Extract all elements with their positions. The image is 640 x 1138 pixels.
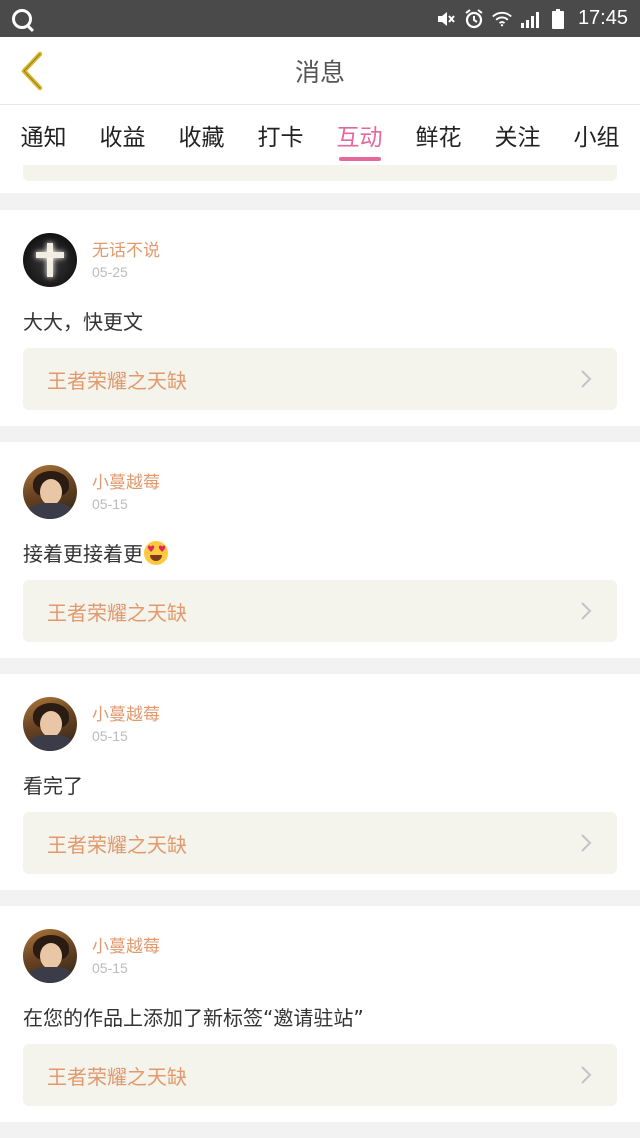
username[interactable]: 无话不说 (92, 236, 160, 261)
username[interactable]: 小蔓越莓 (92, 700, 160, 725)
comment-text-row: 接着更接着更 ♥ ♥ (23, 538, 168, 567)
clock-time: 17:45 (577, 7, 628, 29)
avatar[interactable] (23, 233, 77, 287)
tab-flowers[interactable]: 鲜花 (414, 105, 464, 165)
top-app-bar: 消息 (0, 37, 640, 105)
tab-following[interactable]: 关注 (493, 105, 543, 165)
chevron-right-icon (581, 370, 592, 388)
comment-date: 05-15 (92, 728, 128, 744)
wifi-icon (492, 9, 512, 29)
comment-date: 05-15 (92, 496, 128, 512)
battery-icon (548, 8, 568, 29)
heart-eyes-emoji-icon: ♥ ♥ (144, 541, 168, 565)
mute-icon (436, 9, 456, 29)
work-title: 王者荣耀之天缺 (47, 368, 187, 393)
app-notification-icon (12, 8, 32, 29)
work-link-partial[interactable] (23, 165, 617, 181)
interaction-card: 小蔓越莓 05-15 在您的作品上添加了新标签“邀请驻站” 王者荣耀之天缺 (0, 906, 640, 1122)
comment-text: 大大，快更文 (23, 310, 143, 334)
message-category-tabs: 通知 收益 收藏 打卡 互动 鲜花 关注 小组 (0, 105, 640, 165)
previous-card-partial (0, 165, 640, 193)
page-title: 消息 (294, 57, 345, 87)
chevron-right-icon (581, 1066, 592, 1084)
comment-text: 在您的作品上添加了新标签“邀请驻站” (23, 1006, 364, 1030)
work-link[interactable]: 王者荣耀之天缺 (23, 348, 617, 410)
interaction-card: 小蔓越莓 05-15 接着更接着更 ♥ ♥ 王者荣耀之天缺 (0, 442, 640, 658)
back-button[interactable] (10, 49, 54, 93)
tab-check-in[interactable]: 打卡 (256, 105, 306, 165)
avatar[interactable] (23, 697, 77, 751)
work-link[interactable]: 王者荣耀之天缺 (23, 1044, 617, 1106)
avatar[interactable] (23, 465, 77, 519)
interaction-card: 小蔓越莓 05-15 看完了 王者荣耀之天缺 (0, 674, 640, 890)
work-title: 王者荣耀之天缺 (47, 600, 187, 625)
tab-interactions[interactable]: 互动 (335, 105, 385, 165)
chevron-right-icon (581, 602, 592, 620)
chevron-right-icon (581, 834, 592, 852)
alarm-icon (464, 8, 484, 29)
comment-text: 接着更接着更 (23, 542, 143, 566)
tab-notifications[interactable]: 通知 (19, 105, 69, 165)
tab-favorites[interactable]: 收藏 (177, 105, 227, 165)
username[interactable]: 小蔓越莓 (92, 932, 160, 957)
tab-groups[interactable]: 小组 (572, 105, 622, 165)
interaction-card: 无话不说 05-25 大大，快更文 王者荣耀之天缺 (0, 210, 640, 426)
signal-icon (520, 9, 540, 29)
avatar[interactable] (23, 929, 77, 983)
work-title: 王者荣耀之天缺 (47, 832, 187, 857)
status-bar: 17:45 (0, 0, 640, 37)
comment-date: 05-15 (92, 960, 128, 976)
tab-earnings[interactable]: 收益 (98, 105, 148, 165)
username[interactable]: 小蔓越莓 (92, 468, 160, 493)
work-link[interactable]: 王者荣耀之天缺 (23, 580, 617, 642)
comment-date: 05-25 (92, 264, 128, 280)
work-title: 王者荣耀之天缺 (47, 1064, 187, 1089)
work-link[interactable]: 王者荣耀之天缺 (23, 812, 617, 874)
comment-text: 看完了 (23, 774, 83, 798)
back-arrow-icon (21, 51, 43, 91)
